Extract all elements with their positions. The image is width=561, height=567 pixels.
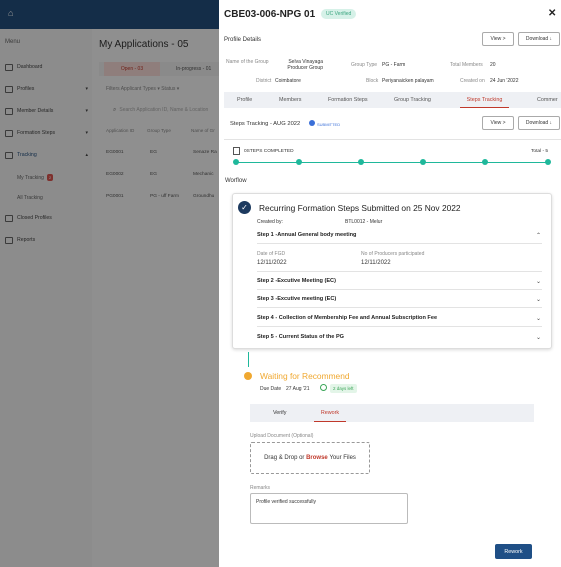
- pending-dot: [244, 372, 252, 380]
- divider: [224, 139, 561, 140]
- step-3-header[interactable]: Step 3 -Excutive meeting (EC): [257, 296, 336, 302]
- created-on-value: 24 Jun '2022: [490, 78, 519, 84]
- card-title: Recurring Formation Steps Submitted on 2…: [259, 203, 461, 213]
- days-left-badge: 2 days left: [330, 384, 357, 393]
- step-dot: [420, 159, 426, 165]
- panel-title: CBE03-006-NPG 01: [224, 9, 316, 20]
- block-value: Periyanaicken palayam: [382, 78, 434, 84]
- clock-icon: [320, 384, 327, 391]
- tab-profile[interactable]: Profile: [237, 92, 252, 108]
- created-by-label: Created by:: [257, 219, 283, 225]
- close-icon[interactable]: ✕: [548, 8, 556, 19]
- divider: [257, 243, 542, 244]
- step-4-header[interactable]: Step 4 - Collection of Membership Fee an…: [257, 315, 437, 321]
- created-on-label: Created on: [460, 78, 485, 84]
- chevron-up-icon[interactable]: ⌃: [536, 232, 541, 239]
- browse-link[interactable]: Browse: [306, 455, 328, 461]
- fgd-date-label: Date of FGD: [257, 251, 286, 257]
- download-profile-button[interactable]: Download ↓: [518, 32, 560, 46]
- district-value: Coimbatore: [275, 78, 301, 84]
- steps-completed: 0STEPS COMPLETED: [244, 149, 294, 154]
- rework-button[interactable]: Rework: [495, 544, 532, 559]
- chevron-down-icon[interactable]: ⌄: [536, 278, 541, 285]
- action-tabs: [250, 404, 534, 422]
- view-steps-button[interactable]: View >: [482, 116, 514, 130]
- due-date-label: Due Date: [260, 386, 282, 392]
- remarks-label: Remarks: [250, 485, 271, 491]
- workflow-connector: [248, 352, 249, 367]
- divider: [257, 307, 542, 308]
- tab-rework[interactable]: Rework: [314, 404, 346, 422]
- modal-backdrop[interactable]: [0, 0, 219, 567]
- tab-formation-steps[interactable]: Formation Steps: [328, 92, 368, 108]
- fgd-date-value: 12/11/2022: [257, 260, 287, 266]
- producers-label: No of Producers participated: [361, 251, 425, 257]
- upload-dropzone[interactable]: Drag & Drop or Browse Your Files: [250, 442, 370, 474]
- steps-total: Total - 5: [531, 149, 549, 154]
- divider: [257, 326, 542, 327]
- document-icon: [233, 147, 240, 155]
- group-name-label: Name of the Group: [226, 59, 269, 65]
- steps-progress-line: [236, 162, 548, 163]
- workflow-heading: Worflow: [225, 178, 247, 184]
- step-dot: [482, 159, 488, 165]
- producers-value: 12/11/2022: [361, 260, 391, 266]
- tab-members[interactable]: Members: [279, 92, 301, 108]
- profile-details-heading: Profile Details: [224, 37, 262, 43]
- submitted-badge: SUBMITTED: [317, 122, 341, 127]
- chevron-down-icon[interactable]: ⌄: [536, 334, 541, 341]
- drop-text: Drag & Drop or: [264, 455, 305, 461]
- district-label: District: [256, 78, 272, 84]
- step-2-header[interactable]: Step 2 -Excutive Meeting (EC): [257, 278, 336, 284]
- step-dot: [358, 159, 364, 165]
- steps-tracking-title: Steps Tracking - AUG 2022: [230, 121, 301, 127]
- step-dot: [233, 159, 239, 165]
- download-steps-button[interactable]: Download ↓: [518, 116, 560, 130]
- check-icon: ✓: [238, 201, 251, 214]
- remarks-field[interactable]: Profile verified successfully: [250, 493, 408, 524]
- step-1-header[interactable]: Step 1 -Annual General body meeting: [257, 232, 356, 238]
- block-label: Block: [366, 78, 379, 84]
- profile-tabs: [224, 92, 561, 108]
- view-profile-button[interactable]: View >: [482, 32, 514, 46]
- tab-group-tracking[interactable]: Group Tracking: [394, 92, 431, 108]
- group-name-value: Selva Vinayaga Producer Group: [287, 59, 323, 71]
- tab-commer[interactable]: Commer: [537, 92, 558, 108]
- divider: [257, 271, 542, 272]
- chevron-down-icon[interactable]: ⌄: [536, 296, 541, 303]
- step-dot: [545, 159, 551, 165]
- group-type-value: PG - Farm: [382, 62, 406, 68]
- chevron-down-icon[interactable]: ⌄: [536, 315, 541, 322]
- your-files-text: Your Files: [329, 455, 356, 461]
- created-by-value: BTL0012 - Melur: [345, 219, 383, 225]
- group-type-label: Group Type: [351, 62, 378, 68]
- upload-label: Upload Document (Optional): [250, 433, 314, 439]
- step-5-header[interactable]: Step 5 - Current Status of the PG: [257, 334, 344, 340]
- divider: [257, 289, 542, 290]
- due-date-value: 27 Aug '21: [286, 386, 310, 392]
- tab-steps-tracking[interactable]: Steps Tracking: [460, 92, 509, 108]
- submitted-icon: [309, 120, 315, 126]
- total-members-label: Total Members: [450, 62, 483, 68]
- tab-verify[interactable]: Verify: [273, 404, 286, 422]
- waiting-title: Waiting for Recommend: [260, 371, 350, 381]
- total-members-value: 20: [490, 62, 496, 68]
- status-badge: UC Verified: [321, 9, 357, 19]
- step-dot: [296, 159, 302, 165]
